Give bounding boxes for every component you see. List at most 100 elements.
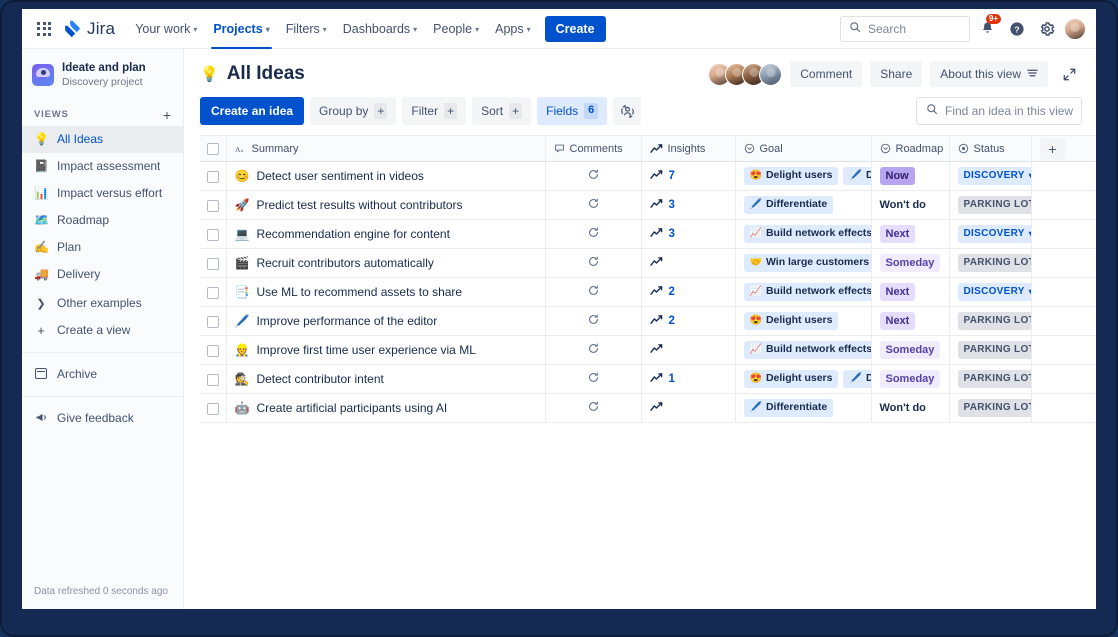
create-button[interactable]: Create [545,16,606,42]
sidebar-item-archive[interactable]: Archive [22,361,183,388]
goal-cell[interactable]: 🤝Win large customers [735,249,871,278]
status-badge[interactable]: PARKING LOT▾ [958,341,1032,359]
row-checkbox-cell[interactable] [200,394,226,423]
insights-cell[interactable]: 2 [641,278,735,307]
table-row[interactable]: 🖊️ Improve performance of the editor [200,307,1096,336]
column-select-all[interactable] [200,136,226,162]
row-checkbox[interactable] [207,171,219,183]
row-checkbox[interactable] [207,345,219,357]
row-checkbox-cell[interactable] [200,278,226,307]
comments-cell[interactable] [545,365,641,394]
comments-cell[interactable] [545,249,641,278]
table-row[interactable]: 😊 Detect user sentiment in videos [200,162,1096,191]
insights-cell[interactable]: 2 [641,307,735,336]
sidebar-item-delivery[interactable]: 🚚 Delivery [22,261,183,288]
sidebar-item-roadmap[interactable]: 🗺️ Roadmap [22,207,183,234]
jira-home-link[interactable]: Jira [62,19,115,39]
add-comment-icon[interactable] [588,372,599,383]
add-comment-icon[interactable] [588,256,599,267]
select-all-checkbox[interactable] [207,143,219,155]
roadmap-cell[interactable]: Someday [871,249,949,278]
insights-cell[interactable] [641,394,735,423]
status-cell[interactable]: DISCOVERY▾ [949,278,1031,307]
sort-button[interactable]: Sort + [472,97,531,125]
comments-cell[interactable] [545,162,641,191]
find-idea-input[interactable]: Find an idea in this view [916,97,1082,125]
status-cell[interactable]: DISCOVERY▾ [949,220,1031,249]
insights-cell[interactable]: 3 [641,220,735,249]
profile-avatar[interactable] [1064,18,1086,40]
column-comments[interactable]: Comments [545,136,641,162]
row-checkbox-cell[interactable] [200,162,226,191]
column-summary[interactable]: Aa Summary [226,136,545,162]
summary-cell[interactable]: 👷 Improve first time user experience via… [226,336,545,365]
row-checkbox[interactable] [207,316,219,328]
comments-cell[interactable] [545,278,641,307]
nav-your-work[interactable]: Your work ▾ [127,13,205,45]
goal-cell[interactable]: 😍Delight users 🖊️Differentiate [735,365,871,394]
summary-cell[interactable]: 📑 Use ML to recommend assets to share [226,278,545,307]
project-header[interactable]: Ideate and plan Discovery project [22,49,183,100]
nav-dashboards[interactable]: Dashboards ▾ [335,13,425,45]
status-badge[interactable]: PARKING LOT▾ [958,312,1032,330]
summary-cell[interactable]: 😊 Detect user sentiment in videos [226,162,545,191]
help-button[interactable]: ? [1004,16,1030,42]
goal-cell[interactable]: 📈Build network effects [735,220,871,249]
roadmap-cell[interactable]: Next [871,278,949,307]
table-row[interactable]: 🚀 Predict test results without contribut… [200,191,1096,220]
status-cell[interactable]: PARKING LOT▾ [949,394,1031,423]
goal-cell[interactable]: 😍Delight users 🖊️Differentiate [735,162,871,191]
summary-cell[interactable]: 🚀 Predict test results without contribut… [226,191,545,220]
sidebar-item-create-a-view[interactable]: + Create a view [22,317,183,344]
table-row[interactable]: 👷 Improve first time user experience via… [200,336,1096,365]
roadmap-cell[interactable]: Won't do [871,394,949,423]
notifications-button[interactable]: 9+ [974,16,1000,42]
nav-people[interactable]: People ▾ [425,13,487,45]
sidebar-item-impact-versus-effort[interactable]: 📊 Impact versus effort [22,180,183,207]
goal-cell[interactable]: 📈Build network effects [735,278,871,307]
column-status[interactable]: Status [949,136,1031,162]
row-checkbox[interactable] [207,403,219,415]
nav-projects[interactable]: Projects ▾ [205,13,277,45]
comments-cell[interactable] [545,220,641,249]
comment-button[interactable]: Comment [790,61,862,87]
add-comment-icon[interactable] [588,314,599,325]
sidebar-item-all-ideas[interactable]: 💡 All Ideas [22,126,183,153]
add-comment-icon[interactable] [588,343,599,354]
add-comment-icon[interactable] [588,285,599,296]
comments-cell[interactable] [545,394,641,423]
table-row[interactable]: 📑 Use ML to recommend assets to share [200,278,1096,307]
status-badge[interactable]: DISCOVERY▾ [958,283,1032,301]
settings-button[interactable] [1034,16,1060,42]
column-insights[interactable]: Insights [641,136,735,162]
status-cell[interactable]: PARKING LOT▾ [949,249,1031,278]
comments-cell[interactable] [545,336,641,365]
roadmap-cell[interactable]: Next [871,220,949,249]
status-cell[interactable]: PARKING LOT▾ [949,336,1031,365]
roadmap-cell[interactable]: Someday [871,365,949,394]
fields-button[interactable]: Fields 6 [537,97,607,125]
global-search-input[interactable]: Search [840,16,970,42]
status-cell[interactable]: DISCOVERY▾ [949,162,1031,191]
collaborator-avatars[interactable] [708,63,782,86]
summary-cell[interactable]: 💻 Recommendation engine for content [226,220,545,249]
row-checkbox[interactable] [207,229,219,241]
add-comment-icon[interactable] [588,401,599,412]
table-row[interactable]: 🤖 Create artificial participants using A… [200,394,1096,423]
goal-cell[interactable]: 🖊️Differentiate [735,191,871,220]
summary-cell[interactable]: 🎬 Recruit contributors automatically [226,249,545,278]
column-goal[interactable]: Goal [735,136,871,162]
table-row[interactable]: 💻 Recommendation engine for content [200,220,1096,249]
column-roadmap[interactable]: Roadmap [871,136,949,162]
avatar[interactable] [759,63,782,86]
insights-cell[interactable] [641,336,735,365]
sidebar-item-other-examples[interactable]: ❯ Other examples [22,290,183,317]
roadmap-cell[interactable]: Now [871,162,949,191]
comments-cell[interactable] [545,307,641,336]
about-this-view-button[interactable]: About this view [930,61,1048,87]
app-switcher-button[interactable] [30,15,58,43]
share-button[interactable]: Share [870,61,922,87]
add-comment-icon[interactable] [588,227,599,238]
sidebar-item-plan[interactable]: ✍️ Plan [22,234,183,261]
insights-cell[interactable]: 1 [641,365,735,394]
